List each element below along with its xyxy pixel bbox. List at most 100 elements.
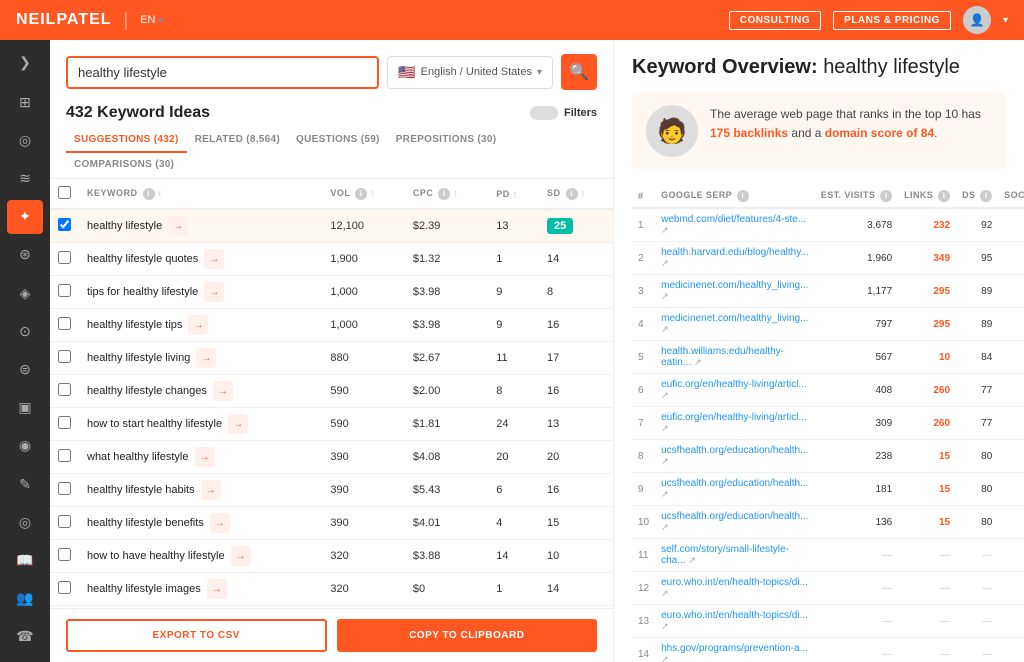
row-checkbox[interactable] (58, 350, 71, 363)
serp-url-link[interactable]: health.williams.edu/healthy-eatin... (661, 346, 784, 368)
book-icon: 📖 (16, 552, 33, 569)
row-checkbox[interactable] (58, 284, 71, 297)
sidebar-item-book[interactable]: 📖 (7, 543, 43, 577)
keyword-arrow-button[interactable]: → (195, 447, 215, 467)
sidebar-item-content[interactable]: ▣ (7, 391, 43, 425)
search-button[interactable]: 🔍 (561, 54, 597, 90)
keyword-arrow-button[interactable]: → (207, 579, 227, 599)
row-cpc-cell: $1.81 (405, 408, 488, 441)
serp-url-link[interactable]: eufic.org/en/healthy-living/articl... (661, 379, 807, 390)
serp-th-shares[interactable]: SOCIAL SHARES i (998, 185, 1024, 208)
row-checkbox-cell (50, 573, 79, 606)
serp-shares-cell: 151 (998, 374, 1024, 407)
consulting-button[interactable]: CONSULTING (729, 11, 821, 30)
serp-th-url[interactable]: GOOGLE SERP i (655, 185, 815, 208)
sidebar-item-active[interactable]: ✦ (7, 200, 43, 234)
copy-clipboard-button[interactable]: COPY TO CLIPBOARD (337, 619, 598, 652)
row-checkbox[interactable] (58, 251, 71, 264)
select-all-checkbox[interactable] (58, 186, 71, 199)
link-icon: ◈ (20, 285, 31, 302)
keyword-arrow-button[interactable]: → (228, 414, 248, 434)
serp-url-link[interactable]: euro.who.int/en/health-topics/di... (661, 610, 808, 621)
avatar[interactable]: 👤 (963, 6, 991, 34)
keyword-arrow-button[interactable]: → (201, 480, 221, 500)
country-selector[interactable]: 🇺🇸 English / United States ▾ (387, 56, 553, 89)
tab-prepositions[interactable]: PREPOSITIONS (30) (388, 128, 505, 153)
row-checkbox[interactable] (58, 317, 71, 330)
serp-url-link[interactable]: hhs.gov/programs/prevention-a... (661, 643, 808, 654)
sidebar-item-keywords[interactable]: ≋ (7, 161, 43, 195)
keyword-arrow-button[interactable]: → (204, 282, 224, 302)
serp-th-links[interactable]: LINKS i (898, 185, 956, 208)
serp-url-link[interactable]: webmd.com/diet/features/4-ste... (661, 214, 806, 225)
tab-related[interactable]: RELATED (8,564) (187, 128, 288, 153)
tab-comparisons[interactable]: COMPARISONS (30) (66, 153, 182, 178)
row-pd-cell: 13 (488, 209, 539, 243)
row-checkbox[interactable] (58, 581, 71, 594)
tab-suggestions[interactable]: SUGGESTIONS (432) (66, 128, 187, 153)
row-checkbox[interactable] (58, 449, 71, 462)
serp-url-cell: euro.who.int/en/health-topics/di... ↗ (655, 572, 815, 605)
plans-pricing-button[interactable]: PLANS & PRICING (833, 11, 951, 30)
compare-icon: ⊛ (19, 246, 31, 263)
serp-url-link[interactable]: euro.who.int/en/health-topics/di... (661, 577, 808, 588)
filters-toggle[interactable]: Filters (530, 106, 597, 120)
keyword-arrow-button[interactable]: → (204, 249, 224, 269)
keyword-arrow-button[interactable]: → (213, 381, 233, 401)
serp-visits-cell: 3,678 (815, 208, 898, 242)
export-csv-button[interactable]: EXPORT TO CSV (66, 619, 327, 652)
serp-th-ds[interactable]: DS i (956, 185, 998, 208)
filters-toggle-switch[interactable] (530, 106, 558, 120)
row-checkbox[interactable] (58, 416, 71, 429)
keyword-arrow-button[interactable]: → (168, 216, 188, 236)
search-input[interactable] (78, 65, 367, 80)
row-vol-cell: 320 (322, 540, 404, 573)
row-checkbox[interactable] (58, 482, 71, 495)
serp-url-link[interactable]: ucsfhealth.org/education/health... (661, 478, 808, 489)
row-checkbox[interactable] (58, 548, 71, 561)
sidebar-item-target[interactable]: ◎ (7, 505, 43, 539)
row-cpc-cell: $4.01 (405, 507, 488, 540)
keyword-arrow-button[interactable]: → (188, 315, 208, 335)
row-checkbox[interactable] (58, 383, 71, 396)
keyword-arrow-button[interactable]: → (196, 348, 216, 368)
serp-row: 13 euro.who.int/en/health-topics/di... ↗… (632, 605, 1024, 638)
serp-url-link[interactable]: ucsfhealth.org/education/health... (661, 511, 808, 522)
serp-url-link[interactable]: eufic.org/en/healthy-living/articl... (661, 412, 807, 423)
tab-questions[interactable]: QUESTIONS (59) (288, 128, 388, 153)
sidebar-item-users[interactable]: ⊙ (7, 314, 43, 348)
row-checkbox[interactable] (58, 515, 71, 528)
th-keyword[interactable]: KEYWORD i ↕ (79, 179, 322, 209)
th-pd[interactable]: PD ↕ (488, 179, 539, 209)
sidebar-item-dashboard[interactable]: ⊞ (7, 85, 43, 119)
sidebar-item-competitors[interactable]: ⊛ (7, 238, 43, 272)
ds-info-icon: i (980, 190, 992, 202)
keyword-arrow-button[interactable]: → (210, 513, 230, 533)
th-cpc[interactable]: CPC i ↕ (405, 179, 488, 209)
th-sd[interactable]: SD i ↕ (539, 179, 613, 209)
sidebar-item-edit[interactable]: ✎ (7, 467, 43, 501)
serp-url-link[interactable]: medicinenet.com/healthy_living... (661, 313, 808, 324)
serp-url-link[interactable]: ucsfhealth.org/education/health... (661, 445, 808, 456)
sidebar-item-rank[interactable]: ◉ (7, 429, 43, 463)
keyword-arrow-button[interactable]: → (231, 546, 251, 566)
serp-shares-cell: — (998, 638, 1024, 662)
sidebar-toggle-button[interactable]: ❯ (13, 48, 37, 77)
search-input-wrapper[interactable] (66, 56, 379, 89)
serp-th-visits[interactable]: EST. VISITS i (815, 185, 898, 208)
row-checkbox-cell (50, 309, 79, 342)
serp-url-link[interactable]: self.com/story/small-lifestyle-cha... (661, 544, 789, 566)
sidebar-item-team[interactable]: 👥 (7, 582, 43, 616)
serp-url-link[interactable]: health.harvard.edu/blog/healthy... (661, 247, 809, 258)
row-keyword-cell: healthy lifestyle living → (79, 342, 322, 374)
language-selector[interactable]: EN ▾ (140, 14, 163, 26)
row-checkbox[interactable] (58, 218, 71, 231)
serp-visits-cell: 567 (815, 341, 898, 374)
serp-url-link[interactable]: medicinenet.com/healthy_living... (661, 280, 808, 291)
sidebar-item-contact[interactable]: ☎ (7, 620, 43, 654)
sidebar-item-reports[interactable]: ⊜ (7, 352, 43, 386)
th-vol[interactable]: VOL i ↕ (322, 179, 404, 209)
row-sd-cell: 13 (539, 408, 613, 441)
sidebar-item-backlinks[interactable]: ◈ (7, 276, 43, 310)
sidebar-item-analytics[interactable]: ◎ (7, 123, 43, 157)
